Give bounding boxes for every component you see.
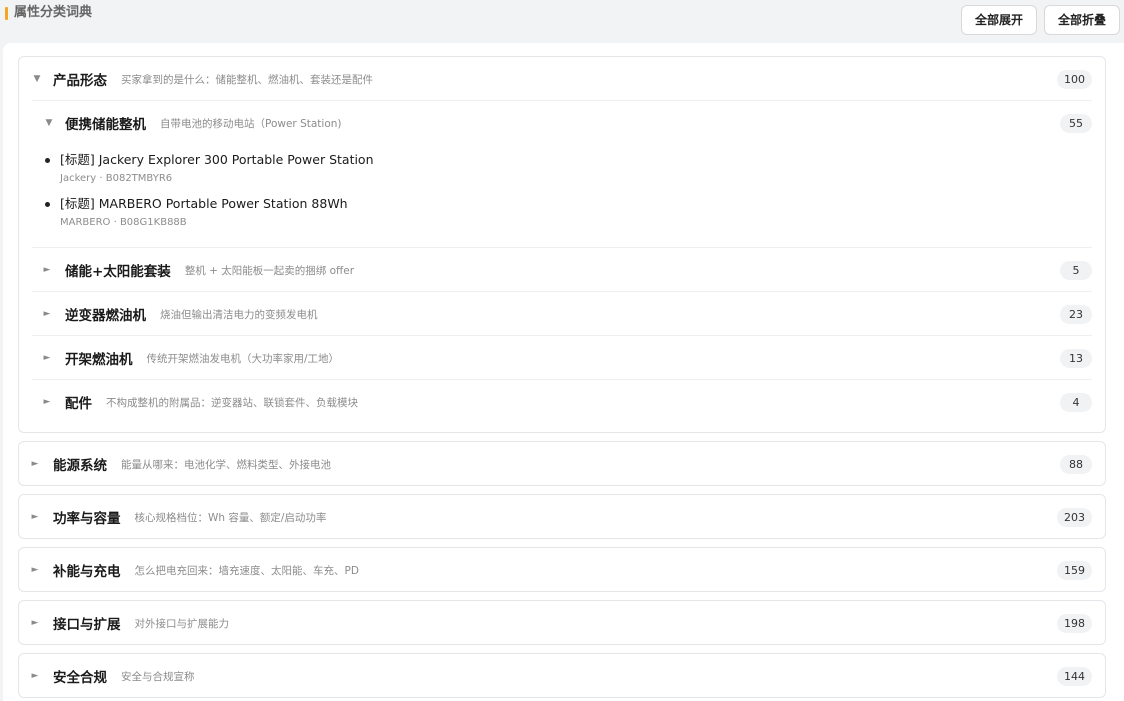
collapse-all-button[interactable]: 全部折叠 [1044,5,1120,35]
caret-right-icon[interactable]: ► [29,618,41,628]
subcategory-desc: 不构成整机的附属品：逆变器站、联锁套件、负载模块 [106,396,358,409]
subcategory-name: 便携储能整机 [65,117,146,133]
caret-right-icon[interactable]: ► [41,353,53,363]
item-title: [标题] Jackery Explorer 300 Portable Power… [60,152,374,167]
bullet [45,158,50,163]
item-title: [标题] MARBERO Portable Power Station 88Wh [60,196,348,211]
caret-down-icon[interactable]: ▼ [43,118,55,128]
bullet [45,202,50,207]
count-badge: 159 [1057,561,1092,580]
category-name: 安全合规 [53,670,107,686]
count-badge: 203 [1057,508,1092,527]
category-desc: 核心规格档位：Wh 容量、额定/启动功率 [134,511,327,524]
category-group-product-form: ▼ 产品形态 买家拿到的是什么：储能整机、燃油机、套装还是配件 100 ▼ 便携… [18,56,1106,433]
category-header[interactable]: ► 安全合规 安全与合规宣称 144 [19,654,1105,698]
count-badge: 4 [1060,393,1092,412]
category-group-ports-expansion[interactable]: ► 接口与扩展 对外接口与扩展能力 198 [18,600,1106,645]
expand-all-button[interactable]: 全部展开 [961,5,1037,35]
category-group-charging[interactable]: ► 补能与充电 怎么把电充回来：墙充速度、太阳能、车充、PD 159 [18,547,1106,592]
caret-right-icon[interactable]: ► [29,459,41,469]
category-desc: 对外接口与扩展能力 [134,617,230,630]
count-badge: 88 [1060,455,1092,474]
category-header[interactable]: ► 补能与充电 怎么把电充回来：墙充速度、太阳能、车充、PD 159 [19,548,1105,592]
category-desc: 怎么把电充回来：墙充速度、太阳能、车充、PD [134,564,359,577]
count-badge: 23 [1060,305,1092,324]
subcategory-header[interactable]: ► 配件 不构成整机的附属品：逆变器站、联锁套件、负载模块 4 [19,380,1105,424]
category-group-energy-system[interactable]: ► 能源系统 能量从哪来：电池化学、燃料类型、外接电池 88 [18,441,1106,486]
count-badge: 5 [1060,261,1092,280]
subcategory-name: 逆变器燃油机 [65,308,146,324]
category-group-power-capacity[interactable]: ► 功率与容量 核心规格档位：Wh 容量、额定/启动功率 203 [18,494,1106,539]
category-header[interactable]: ▼ 产品形态 买家拿到的是什么：储能整机、燃油机、套装还是配件 100 [19,57,1105,101]
caret-right-icon[interactable]: ► [29,565,41,575]
subcategory-name: 配件 [65,396,92,412]
category-desc: 能量从哪来：电池化学、燃料类型、外接电池 [121,458,331,471]
category-desc: 买家拿到的是什么：储能整机、燃油机、套装还是配件 [121,73,373,86]
category-header[interactable]: ► 功率与容量 核心规格档位：Wh 容量、额定/启动功率 203 [19,495,1105,539]
category-header[interactable]: ► 能源系统 能量从哪来：电池化学、燃料类型、外接电池 88 [19,442,1105,486]
title-accent-bar [5,7,8,20]
count-badge: 100 [1057,70,1092,89]
subcategory-header[interactable]: ▼ 便携储能整机 自带电池的移动电站（Power Station) 55 [19,101,1105,145]
item-meta: Jackery · B082TMBYR6 [60,173,173,184]
count-badge: 55 [1060,114,1092,133]
category-desc: 安全与合规宣称 [121,670,195,683]
category-name: 补能与充电 [53,564,121,580]
subcategory-name: 储能+太阳能套装 [65,264,171,280]
caret-right-icon[interactable]: ► [41,265,53,275]
category-group-safety-compliance[interactable]: ► 安全合规 安全与合规宣称 144 [18,653,1106,698]
count-badge: 198 [1057,614,1092,633]
category-name: 能源系统 [53,458,107,474]
caret-right-icon[interactable]: ► [41,309,53,319]
category-name: 功率与容量 [53,511,121,527]
subcategory-header[interactable]: ► 逆变器燃油机 烧油但输出清洁电力的变频发电机 23 [19,292,1105,336]
subcategory-header[interactable]: ► 开架燃油机 传统开架燃油发电机（大功率家用/工地） 13 [19,336,1105,380]
item-meta: MARBERO · B08G1KB88B [60,217,187,228]
caret-right-icon[interactable]: ► [41,397,53,407]
page-header: 属性分类词典 全部展开 全部折叠 [0,0,1124,44]
caret-right-icon[interactable]: ► [29,512,41,522]
subcategory-header[interactable]: ► 储能+太阳能套装 整机 + 太阳能板一起卖的捆绑 offer 5 [19,248,1105,292]
category-header[interactable]: ► 接口与扩展 对外接口与扩展能力 198 [19,601,1105,645]
category-name: 接口与扩展 [53,617,121,633]
caret-right-icon[interactable]: ► [29,671,41,681]
category-name: 产品形态 [53,73,107,89]
count-badge: 13 [1060,349,1092,368]
subcategory-desc: 自带电池的移动电站（Power Station) [160,117,342,130]
subcategory-desc: 烧油但输出清洁电力的变频发电机 [160,308,318,321]
subcategory-desc: 传统开架燃油发电机（大功率家用/工地） [146,352,340,365]
page-title: 属性分类词典 [14,5,93,20]
subcategory-name: 开架燃油机 [65,352,133,368]
caret-down-icon[interactable]: ▼ [31,74,43,84]
count-badge: 144 [1057,667,1092,686]
subcategory-desc: 整机 + 太阳能板一起卖的捆绑 offer [184,264,355,277]
